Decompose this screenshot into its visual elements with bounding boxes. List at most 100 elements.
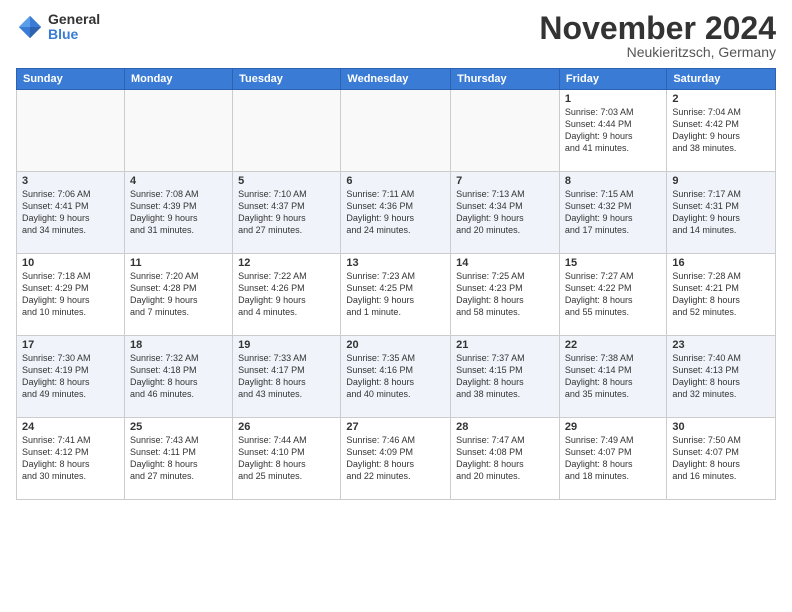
- header-saturday: Saturday: [667, 69, 776, 90]
- day-number: 28: [456, 421, 554, 433]
- day-number: 7: [456, 175, 554, 187]
- day-number: 25: [130, 421, 227, 433]
- day-cell: 13Sunrise: 7:23 AM Sunset: 4:25 PM Dayli…: [341, 254, 451, 336]
- day-number: 24: [22, 421, 119, 433]
- day-number: 3: [22, 175, 119, 187]
- day-cell: 21Sunrise: 7:37 AM Sunset: 4:15 PM Dayli…: [451, 336, 560, 418]
- day-cell: 22Sunrise: 7:38 AM Sunset: 4:14 PM Dayli…: [559, 336, 666, 418]
- day-cell: 11Sunrise: 7:20 AM Sunset: 4:28 PM Dayli…: [124, 254, 232, 336]
- day-cell: 10Sunrise: 7:18 AM Sunset: 4:29 PM Dayli…: [17, 254, 125, 336]
- day-cell: [341, 90, 451, 172]
- day-cell: [233, 90, 341, 172]
- day-number: 16: [672, 257, 770, 269]
- day-cell: [451, 90, 560, 172]
- day-info: Sunrise: 7:20 AM Sunset: 4:28 PM Dayligh…: [130, 270, 227, 319]
- day-info: Sunrise: 7:33 AM Sunset: 4:17 PM Dayligh…: [238, 352, 335, 401]
- day-cell: 1Sunrise: 7:03 AM Sunset: 4:44 PM Daylig…: [559, 90, 666, 172]
- day-cell: 15Sunrise: 7:27 AM Sunset: 4:22 PM Dayli…: [559, 254, 666, 336]
- day-info: Sunrise: 7:38 AM Sunset: 4:14 PM Dayligh…: [565, 352, 661, 401]
- day-cell: 28Sunrise: 7:47 AM Sunset: 4:08 PM Dayli…: [451, 418, 560, 500]
- month-title: November 2024: [539, 12, 776, 44]
- day-cell: 5Sunrise: 7:10 AM Sunset: 4:37 PM Daylig…: [233, 172, 341, 254]
- day-cell: 8Sunrise: 7:15 AM Sunset: 4:32 PM Daylig…: [559, 172, 666, 254]
- day-info: Sunrise: 7:17 AM Sunset: 4:31 PM Dayligh…: [672, 188, 770, 237]
- header: General Blue November 2024 Neukieritzsch…: [16, 12, 776, 60]
- day-number: 20: [346, 339, 445, 351]
- day-number: 19: [238, 339, 335, 351]
- day-cell: 3Sunrise: 7:06 AM Sunset: 4:41 PM Daylig…: [17, 172, 125, 254]
- day-info: Sunrise: 7:43 AM Sunset: 4:11 PM Dayligh…: [130, 434, 227, 483]
- day-number: 21: [456, 339, 554, 351]
- day-cell: 2Sunrise: 7:04 AM Sunset: 4:42 PM Daylig…: [667, 90, 776, 172]
- day-cell: 7Sunrise: 7:13 AM Sunset: 4:34 PM Daylig…: [451, 172, 560, 254]
- day-info: Sunrise: 7:44 AM Sunset: 4:10 PM Dayligh…: [238, 434, 335, 483]
- day-number: 29: [565, 421, 661, 433]
- day-info: Sunrise: 7:08 AM Sunset: 4:39 PM Dayligh…: [130, 188, 227, 237]
- day-info: Sunrise: 7:25 AM Sunset: 4:23 PM Dayligh…: [456, 270, 554, 319]
- day-number: 8: [565, 175, 661, 187]
- day-info: Sunrise: 7:15 AM Sunset: 4:32 PM Dayligh…: [565, 188, 661, 237]
- day-number: 5: [238, 175, 335, 187]
- day-cell: 26Sunrise: 7:44 AM Sunset: 4:10 PM Dayli…: [233, 418, 341, 500]
- day-cell: 4Sunrise: 7:08 AM Sunset: 4:39 PM Daylig…: [124, 172, 232, 254]
- header-tuesday: Tuesday: [233, 69, 341, 90]
- header-thursday: Thursday: [451, 69, 560, 90]
- day-info: Sunrise: 7:10 AM Sunset: 4:37 PM Dayligh…: [238, 188, 335, 237]
- day-number: 14: [456, 257, 554, 269]
- day-info: Sunrise: 7:41 AM Sunset: 4:12 PM Dayligh…: [22, 434, 119, 483]
- day-cell: 19Sunrise: 7:33 AM Sunset: 4:17 PM Dayli…: [233, 336, 341, 418]
- day-info: Sunrise: 7:04 AM Sunset: 4:42 PM Dayligh…: [672, 106, 770, 155]
- day-cell: 27Sunrise: 7:46 AM Sunset: 4:09 PM Dayli…: [341, 418, 451, 500]
- day-number: 4: [130, 175, 227, 187]
- logo-icon: [16, 13, 44, 41]
- day-info: Sunrise: 7:47 AM Sunset: 4:08 PM Dayligh…: [456, 434, 554, 483]
- day-number: 18: [130, 339, 227, 351]
- day-info: Sunrise: 7:32 AM Sunset: 4:18 PM Dayligh…: [130, 352, 227, 401]
- day-cell: 30Sunrise: 7:50 AM Sunset: 4:07 PM Dayli…: [667, 418, 776, 500]
- day-cell: 23Sunrise: 7:40 AM Sunset: 4:13 PM Dayli…: [667, 336, 776, 418]
- day-number: 9: [672, 175, 770, 187]
- day-info: Sunrise: 7:23 AM Sunset: 4:25 PM Dayligh…: [346, 270, 445, 319]
- day-cell: 25Sunrise: 7:43 AM Sunset: 4:11 PM Dayli…: [124, 418, 232, 500]
- day-cell: 24Sunrise: 7:41 AM Sunset: 4:12 PM Dayli…: [17, 418, 125, 500]
- day-info: Sunrise: 7:50 AM Sunset: 4:07 PM Dayligh…: [672, 434, 770, 483]
- day-number: 17: [22, 339, 119, 351]
- week-row-1: 3Sunrise: 7:06 AM Sunset: 4:41 PM Daylig…: [17, 172, 776, 254]
- logo-blue: Blue: [48, 27, 100, 42]
- day-number: 23: [672, 339, 770, 351]
- day-cell: 6Sunrise: 7:11 AM Sunset: 4:36 PM Daylig…: [341, 172, 451, 254]
- logo-text: General Blue: [48, 12, 100, 43]
- day-cell: 18Sunrise: 7:32 AM Sunset: 4:18 PM Dayli…: [124, 336, 232, 418]
- week-row-0: 1Sunrise: 7:03 AM Sunset: 4:44 PM Daylig…: [17, 90, 776, 172]
- day-number: 11: [130, 257, 227, 269]
- day-info: Sunrise: 7:13 AM Sunset: 4:34 PM Dayligh…: [456, 188, 554, 237]
- week-row-3: 17Sunrise: 7:30 AM Sunset: 4:19 PM Dayli…: [17, 336, 776, 418]
- day-info: Sunrise: 7:49 AM Sunset: 4:07 PM Dayligh…: [565, 434, 661, 483]
- page: General Blue November 2024 Neukieritzsch…: [0, 0, 792, 612]
- header-monday: Monday: [124, 69, 232, 90]
- week-row-4: 24Sunrise: 7:41 AM Sunset: 4:12 PM Dayli…: [17, 418, 776, 500]
- day-info: Sunrise: 7:28 AM Sunset: 4:21 PM Dayligh…: [672, 270, 770, 319]
- day-info: Sunrise: 7:30 AM Sunset: 4:19 PM Dayligh…: [22, 352, 119, 401]
- day-info: Sunrise: 7:11 AM Sunset: 4:36 PM Dayligh…: [346, 188, 445, 237]
- day-number: 10: [22, 257, 119, 269]
- day-number: 30: [672, 421, 770, 433]
- day-cell: 20Sunrise: 7:35 AM Sunset: 4:16 PM Dayli…: [341, 336, 451, 418]
- header-friday: Friday: [559, 69, 666, 90]
- day-cell: 14Sunrise: 7:25 AM Sunset: 4:23 PM Dayli…: [451, 254, 560, 336]
- day-info: Sunrise: 7:40 AM Sunset: 4:13 PM Dayligh…: [672, 352, 770, 401]
- week-row-2: 10Sunrise: 7:18 AM Sunset: 4:29 PM Dayli…: [17, 254, 776, 336]
- day-info: Sunrise: 7:03 AM Sunset: 4:44 PM Dayligh…: [565, 106, 661, 155]
- day-info: Sunrise: 7:35 AM Sunset: 4:16 PM Dayligh…: [346, 352, 445, 401]
- day-cell: [17, 90, 125, 172]
- day-info: Sunrise: 7:18 AM Sunset: 4:29 PM Dayligh…: [22, 270, 119, 319]
- day-number: 27: [346, 421, 445, 433]
- calendar-header-row: Sunday Monday Tuesday Wednesday Thursday…: [17, 69, 776, 90]
- day-info: Sunrise: 7:27 AM Sunset: 4:22 PM Dayligh…: [565, 270, 661, 319]
- day-cell: 12Sunrise: 7:22 AM Sunset: 4:26 PM Dayli…: [233, 254, 341, 336]
- logo-general: General: [48, 12, 100, 27]
- calendar-table: Sunday Monday Tuesday Wednesday Thursday…: [16, 68, 776, 500]
- day-cell: 16Sunrise: 7:28 AM Sunset: 4:21 PM Dayli…: [667, 254, 776, 336]
- day-cell: [124, 90, 232, 172]
- day-number: 22: [565, 339, 661, 351]
